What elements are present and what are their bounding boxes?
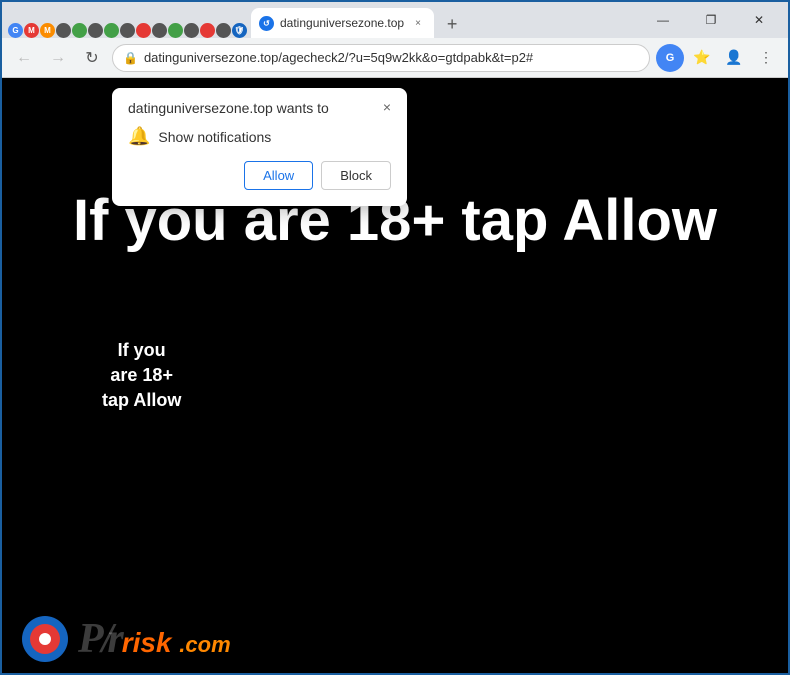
forward-button[interactable]: → xyxy=(44,44,72,72)
favicon-d7 xyxy=(152,23,167,38)
popup-close-button[interactable]: × xyxy=(383,100,391,114)
tab-favicon: ↺ xyxy=(259,16,274,31)
page-side-text-content: If youare 18+tap Allow xyxy=(102,340,181,410)
allow-button[interactable]: Allow xyxy=(244,161,313,190)
maximize-button[interactable]: ❐ xyxy=(688,5,734,35)
favicon-d8 xyxy=(168,23,183,38)
forward-icon: → xyxy=(50,49,66,67)
pcrisk-risk-text: risk .com xyxy=(122,627,231,659)
favicon-d6 xyxy=(136,23,151,38)
favicon-m1: M xyxy=(24,23,39,38)
google-account-button[interactable]: G xyxy=(656,44,684,72)
block-button[interactable]: Block xyxy=(321,161,391,190)
bell-icon: 🔔 xyxy=(128,126,150,147)
refresh-icon: ↻ xyxy=(85,48,98,68)
favicon-d4 xyxy=(104,23,119,38)
page-side-text: If youare 18+tap Allow xyxy=(102,338,181,414)
favicon-shield: 🛡 xyxy=(232,23,247,38)
address-text: datinguniversezone.top/agecheck2/?u=5q9w… xyxy=(144,50,639,65)
popup-title: datinguniversezone.top wants to xyxy=(128,100,329,116)
pcrisk-dot xyxy=(39,633,51,645)
favicon-d3 xyxy=(88,23,103,38)
popup-notification-text: Show notifications xyxy=(158,129,271,145)
back-button[interactable]: ← xyxy=(10,44,38,72)
tab-close-button[interactable]: × xyxy=(410,15,426,31)
favicon-d10 xyxy=(200,23,215,38)
new-tab-button[interactable]: + xyxy=(438,10,466,38)
page-content: datinguniversezone.top wants to × 🔔 Show… xyxy=(2,78,788,673)
title-bar: G M M 🛡 ↺ datinguniversezone.top × xyxy=(2,2,788,38)
favicon-d9 xyxy=(184,23,199,38)
menu-button[interactable]: ⋮ xyxy=(752,44,780,72)
close-button[interactable]: ✕ xyxy=(736,5,782,35)
pcrisk-logo-icon xyxy=(22,616,68,662)
popup-buttons: Allow Block xyxy=(128,161,391,190)
address-bar[interactable]: 🔒 datinguniversezone.top/agecheck2/?u=5q… xyxy=(112,44,650,72)
popup-header: datinguniversezone.top wants to × xyxy=(128,100,391,116)
bookmark-button[interactable]: ⭐ xyxy=(688,44,716,72)
window-controls: — ❐ ✕ xyxy=(640,5,782,35)
nav-icons-right: G ⭐ 👤 ⋮ xyxy=(656,44,780,72)
pcrisk-slash-letters: P/ xyxy=(78,615,111,663)
active-tab[interactable]: ↺ datinguniversezone.top × xyxy=(251,8,434,38)
tab-strip: G M M 🛡 ↺ datinguniversezone.top × xyxy=(8,2,636,38)
pcrisk-inner-circle xyxy=(30,624,60,654)
favicon-group: G M M 🛡 xyxy=(8,23,247,38)
pcrisk-text-logo: P/ r risk .com xyxy=(78,615,231,663)
notification-popup: datinguniversezone.top wants to × 🔔 Show… xyxy=(112,88,407,206)
watermark: P/ r risk .com xyxy=(22,615,231,663)
favicon-d1 xyxy=(56,23,71,38)
nav-bar: ← → ↻ 🔒 datinguniversezone.top/agecheck2… xyxy=(2,38,788,78)
minimize-button[interactable]: — xyxy=(640,5,686,35)
popup-notification-row: 🔔 Show notifications xyxy=(128,126,391,147)
pcrisk-r-letter: r xyxy=(107,615,121,663)
tab-label: datinguniversezone.top xyxy=(280,16,404,30)
refresh-button[interactable]: ↻ xyxy=(78,44,106,72)
favicon-d5 xyxy=(120,23,135,38)
back-icon: ← xyxy=(16,49,32,67)
browser-window: G M M 🛡 ↺ datinguniversezone.top × xyxy=(0,0,790,675)
favicon-d2 xyxy=(72,23,87,38)
lock-icon: 🔒 xyxy=(123,51,138,65)
favicon-g: G xyxy=(8,23,23,38)
profile-button[interactable]: 👤 xyxy=(720,44,748,72)
favicon-m2: M xyxy=(40,23,55,38)
favicon-d11 xyxy=(216,23,231,38)
